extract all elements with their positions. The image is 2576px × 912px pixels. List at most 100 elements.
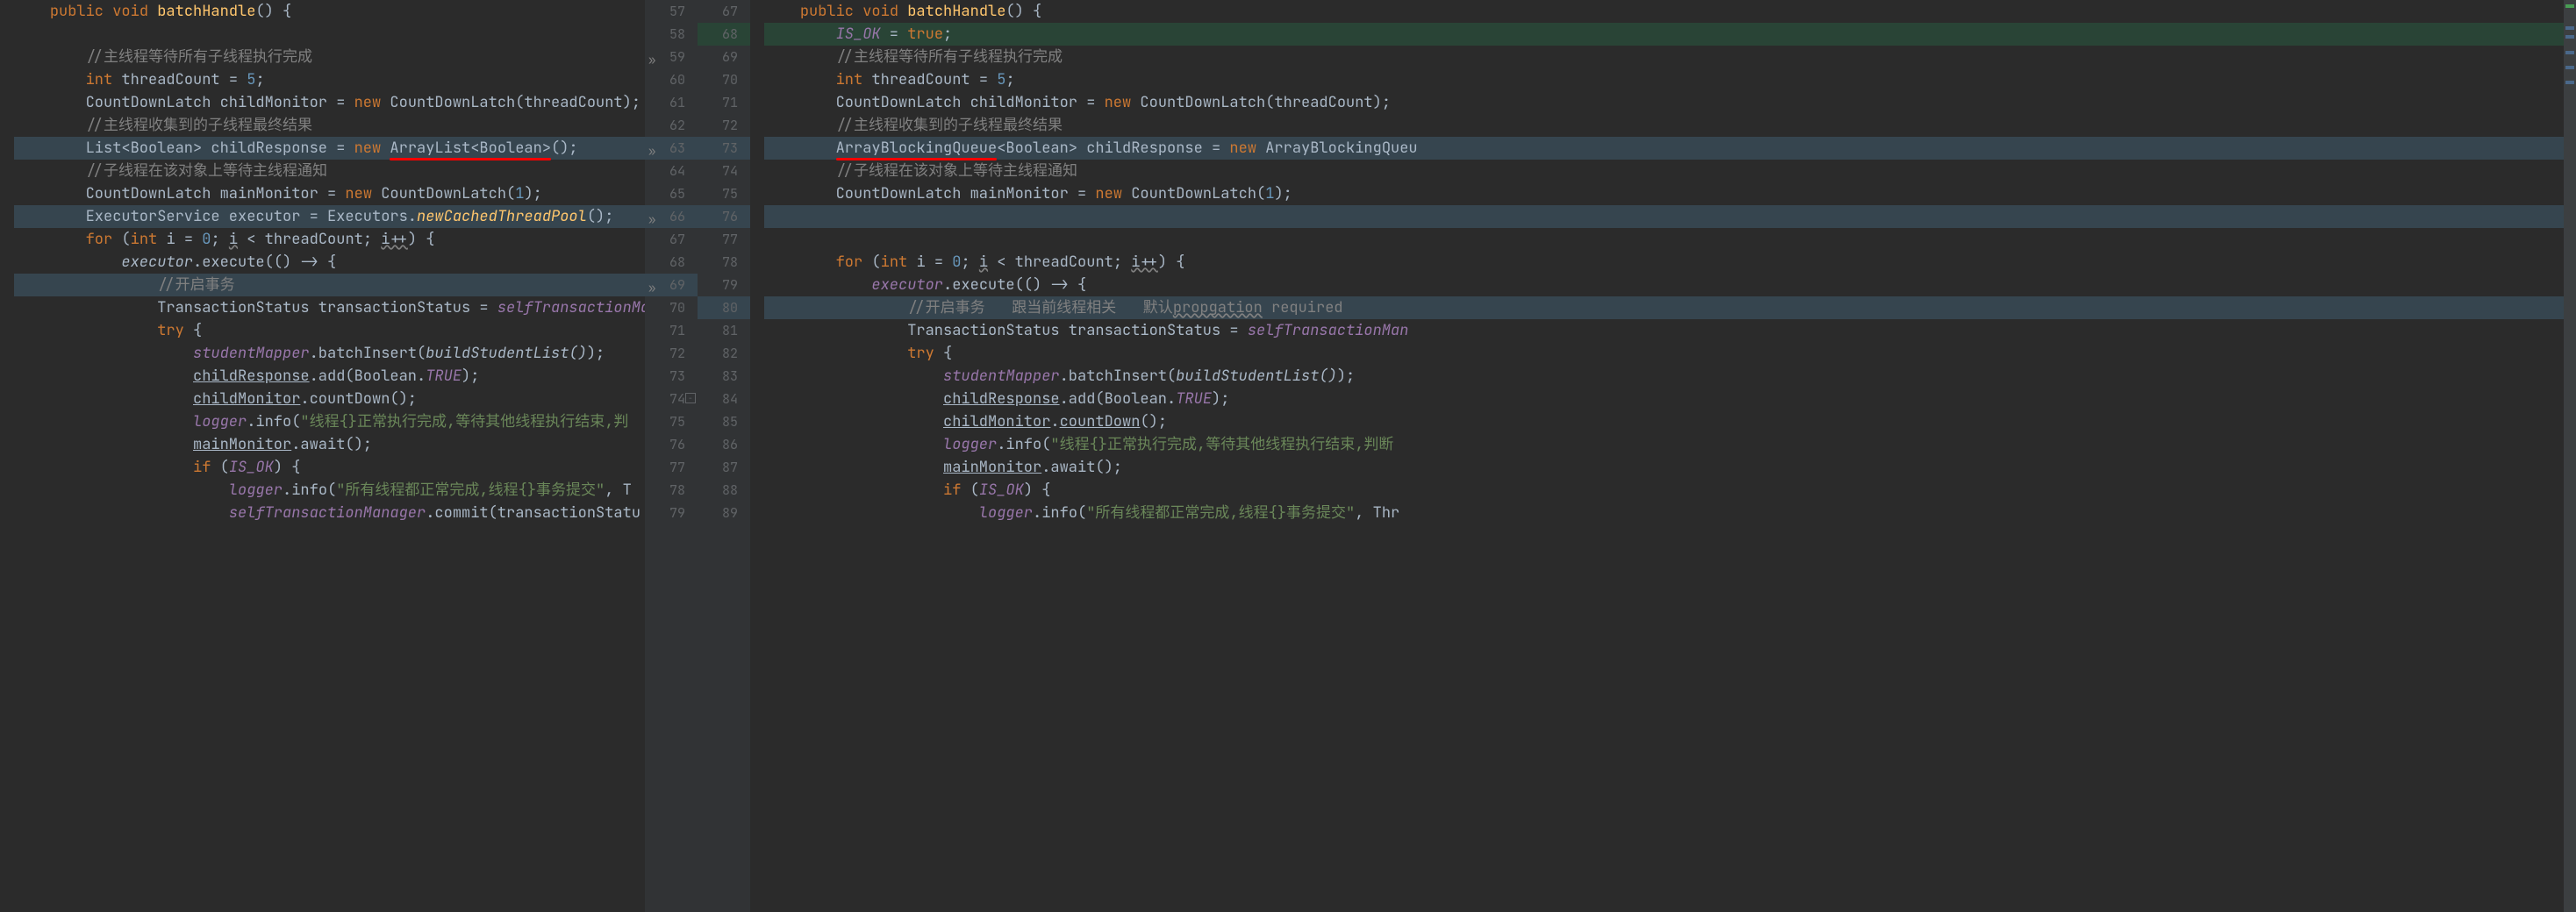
right-gutter[interactable]: 6768697071727374757677787980818283848586… [698,0,750,912]
code-line[interactable]: executor.execute(() -> { [14,251,645,274]
gutter-line-number[interactable]: 82 [698,342,750,365]
stripe-marker[interactable] [2565,51,2574,54]
code-line[interactable]: CountDownLatch mainMonitor = new CountDo… [764,182,2576,205]
gutter-line-number[interactable]: 74− [645,388,698,410]
gutter-line-number[interactable]: 80 [698,296,750,319]
gutter-line-number[interactable]: 76 [698,205,750,228]
gutter-line-number[interactable]: 65 [645,182,698,205]
left-editor-panel[interactable]: public void batchHandle() { //主线程等待所有子线程… [0,0,645,912]
code-line[interactable]: TransactionStatus transactionStatus = se… [14,296,645,319]
code-line[interactable]: int threadCount = 5; [14,68,645,91]
code-line[interactable]: List<Boolean> childResponse = new ArrayL… [14,137,645,160]
gutter-line-number[interactable]: 75 [698,182,750,205]
gutter-line-number[interactable]: 58 [645,23,698,46]
code-line[interactable]: //主线程收集到的子线程最终结果 [764,114,2576,137]
code-line[interactable]: //开启事务 [14,274,645,296]
gutter-line-number[interactable]: 78 [698,251,750,274]
gutter-line-number[interactable]: 88 [698,479,750,502]
gutter-line-number[interactable]: 78 [645,479,698,502]
gutter-line-number[interactable]: 75 [645,410,698,433]
gutter-line-number[interactable]: 71 [698,91,750,114]
gutter-line-number[interactable]: »69 [645,274,698,296]
code-line[interactable]: CountDownLatch childMonitor = new CountD… [764,91,2576,114]
code-line[interactable]: CountDownLatch mainMonitor = new CountDo… [14,182,645,205]
right-code-area[interactable]: public void batchHandle() { IS_OK = true… [750,0,2576,912]
code-line[interactable]: logger.info("线程{}正常执行完成,等待其他线程执行结束,判 [14,410,645,433]
gutter-line-number[interactable]: 71 [645,319,698,342]
gutter-line-number[interactable]: 72 [645,342,698,365]
gutter-line-number[interactable]: 57 [645,0,698,23]
gutter-line-number[interactable]: 84 [698,388,750,410]
gutter-line-number[interactable]: 79 [698,274,750,296]
code-line[interactable]: try { [764,342,2576,365]
code-line[interactable]: childMonitor.countDown(); [14,388,645,410]
gutter-line-number[interactable]: 61 [645,91,698,114]
code-line[interactable]: childResponse.add(Boolean.TRUE); [14,365,645,388]
gutter-line-number[interactable]: 73 [645,365,698,388]
code-line[interactable]: //主线程等待所有子线程执行完成 [764,46,2576,68]
gutter-line-number[interactable]: 89 [698,502,750,524]
code-line[interactable]: studentMapper.batchInsert(buildStudentLi… [764,365,2576,388]
left-gutter[interactable]: 5758»59606162»636465»666768»697071727374… [645,0,698,912]
code-line[interactable]: if (IS_OK) { [14,456,645,479]
code-line[interactable]: //子线程在该对象上等待主线程通知 [764,160,2576,182]
code-line[interactable]: //主线程等待所有子线程执行完成 [14,46,645,68]
code-line[interactable] [764,228,2576,251]
code-line[interactable]: TransactionStatus transactionStatus = se… [764,319,2576,342]
gutter-line-number[interactable]: 77 [645,456,698,479]
code-line[interactable]: logger.info("线程{}正常执行完成,等待其他线程执行结束,判断 [764,433,2576,456]
code-line[interactable]: for (int i = 0; i < threadCount; i++) { [14,228,645,251]
gutter-line-number[interactable]: 60 [645,68,698,91]
right-editor-panel[interactable]: public void batchHandle() { IS_OK = true… [750,0,2576,912]
fold-icon[interactable]: − [685,393,696,403]
stripe-marker[interactable] [2565,81,2574,84]
code-line[interactable] [764,205,2576,228]
code-line[interactable]: logger.info("所有线程都正常完成,线程{}事务提交", Thr [764,502,2576,524]
code-line[interactable]: childResponse.add(Boolean.TRUE); [764,388,2576,410]
code-line[interactable]: int threadCount = 5; [764,68,2576,91]
gutter-line-number[interactable]: 77 [698,228,750,251]
code-line[interactable]: studentMapper.batchInsert(buildStudentLi… [14,342,645,365]
code-line[interactable]: childMonitor.countDown(); [764,410,2576,433]
code-line[interactable]: //主线程收集到的子线程最终结果 [14,114,645,137]
code-line[interactable]: //开启事务 跟当前线程相关 默认propgation required [764,296,2576,319]
gutter-line-number[interactable]: 68 [698,23,750,46]
left-code-area[interactable]: public void batchHandle() { //主线程等待所有子线程… [0,0,645,912]
code-line[interactable]: mainMonitor.await(); [764,456,2576,479]
gutter-line-number[interactable]: 79 [645,502,698,524]
code-line[interactable]: //子线程在该对象上等待主线程通知 [14,160,645,182]
gutter-line-number[interactable]: 62 [645,114,698,137]
stripe-marker[interactable] [2565,26,2574,30]
gutter-line-number[interactable]: 85 [698,410,750,433]
code-line[interactable]: public void batchHandle() { [764,0,2576,23]
code-line[interactable]: selfTransactionManager.commit(transactio… [14,502,645,524]
code-line[interactable]: logger.info("所有线程都正常完成,线程{}事务提交", T [14,479,645,502]
code-line[interactable]: ArrayBlockingQueue<Boolean> childRespons… [764,137,2576,160]
gutter-line-number[interactable]: 68 [645,251,698,274]
gutter-line-number[interactable]: 87 [698,456,750,479]
gutter-line-number[interactable]: 70 [698,68,750,91]
code-line[interactable]: if (IS_OK) { [764,479,2576,502]
stripe-marker[interactable] [2565,35,2574,39]
gutter-line-number[interactable]: 81 [698,319,750,342]
gutter-line-number[interactable]: »59 [645,46,698,68]
gutter-line-number[interactable]: 67 [698,0,750,23]
gutter-line-number[interactable]: 64 [645,160,698,182]
gutter-line-number[interactable]: 69 [698,46,750,68]
gutter-line-number[interactable]: »66 [645,205,698,228]
code-line[interactable]: for (int i = 0; i < threadCount; i++) { [764,251,2576,274]
gutter-line-number[interactable]: 76 [645,433,698,456]
gutter-line-number[interactable]: 67 [645,228,698,251]
code-line[interactable]: public void batchHandle() { [14,0,645,23]
gutter-line-number[interactable]: 73 [698,137,750,160]
gutter-line-number[interactable]: 72 [698,114,750,137]
code-line[interactable]: ExecutorService executor = Executors.new… [14,205,645,228]
code-line[interactable]: IS_OK = true; [764,23,2576,46]
code-line[interactable] [14,23,645,46]
gutter-line-number[interactable]: 74 [698,160,750,182]
gutter-line-number[interactable]: »63 [645,137,698,160]
code-line[interactable]: mainMonitor.await(); [14,433,645,456]
code-line[interactable]: executor.execute(() -> { [764,274,2576,296]
code-line[interactable]: CountDownLatch childMonitor = new CountD… [14,91,645,114]
error-stripe[interactable] [2564,0,2576,912]
